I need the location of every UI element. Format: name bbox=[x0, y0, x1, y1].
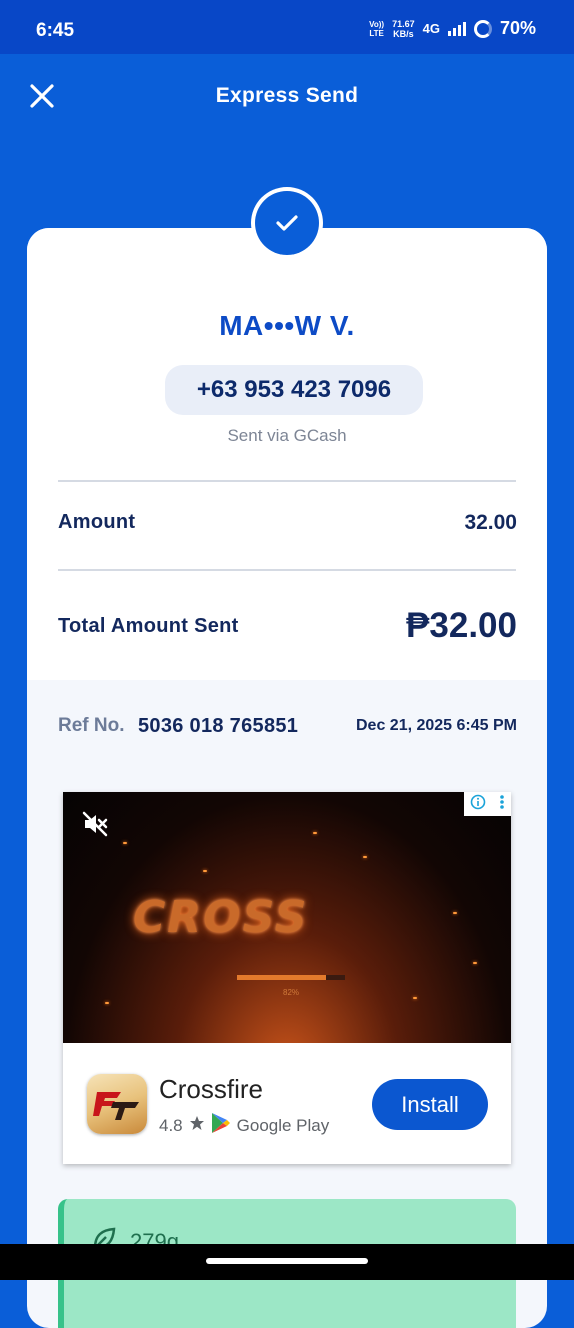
total-amount-label: Total Amount Sent bbox=[58, 615, 239, 637]
system-nav-bar bbox=[0, 1244, 574, 1280]
info-icon[interactable] bbox=[470, 794, 486, 815]
star-icon bbox=[189, 1115, 205, 1136]
app-header: Express Send bbox=[0, 54, 574, 140]
loading-bar-fill bbox=[237, 975, 326, 980]
battery-percent: 70% bbox=[499, 18, 536, 38]
app-rating: 4.8 bbox=[159, 1115, 183, 1135]
loading-percent: 82% bbox=[283, 988, 300, 997]
page-title: Express Send bbox=[215, 84, 359, 107]
network-speed: 71.67 KB/s bbox=[392, 18, 415, 39]
battery-icon bbox=[473, 19, 492, 38]
receipt-card: MA•••W V. +63 953 423 7096 Sent via GCas… bbox=[27, 228, 547, 1328]
more-vert-icon[interactable] bbox=[499, 794, 505, 815]
amount-label: Amount bbox=[58, 511, 136, 533]
status-time: 6:45 bbox=[36, 20, 75, 41]
network-type: 4G bbox=[422, 21, 440, 36]
peso-symbol: ₱ bbox=[406, 606, 430, 645]
google-play-icon bbox=[211, 1112, 231, 1139]
status-bar: 6:45 Vo)) LTE 71.67 KB/s 4G 70% bbox=[0, 0, 574, 54]
signal-icon bbox=[447, 21, 466, 36]
status-icons: Vo)) LTE 71.67 KB/s 4G 70% bbox=[369, 18, 536, 39]
ad-banner[interactable]: CROSS 82% Crossfire 4.8 Google Play Inst… bbox=[63, 792, 511, 1164]
divider bbox=[58, 569, 516, 571]
volume-off-icon[interactable] bbox=[81, 810, 109, 838]
success-check-icon bbox=[251, 187, 323, 259]
ad-video[interactable]: CROSS 82% bbox=[63, 792, 511, 1043]
ad-choices[interactable] bbox=[464, 792, 511, 816]
home-gesture-handle[interactable] bbox=[206, 1258, 368, 1264]
total-amount: ₱32.00 bbox=[406, 606, 517, 646]
recipient-name: MA•••W V. bbox=[219, 310, 355, 341]
receipt-summary: MA•••W V. +63 953 423 7096 Sent via GCas… bbox=[27, 228, 547, 680]
divider bbox=[58, 480, 516, 482]
ref-number: 5036 018 765851 bbox=[138, 715, 299, 737]
app-icon[interactable] bbox=[87, 1074, 147, 1134]
sent-via-label: Sent via GCash bbox=[227, 426, 347, 445]
ref-label: Ref No. bbox=[58, 715, 125, 736]
app-meta: 4.8 Google Play bbox=[159, 1112, 329, 1139]
game-logo: CROSS bbox=[133, 892, 309, 943]
install-button[interactable]: Install bbox=[372, 1079, 488, 1130]
loading-bar bbox=[237, 975, 345, 980]
total-amount-value: 32.00 bbox=[429, 606, 517, 645]
amount-value: 32.00 bbox=[464, 511, 517, 534]
volte-indicator: Vo)) LTE bbox=[369, 19, 385, 38]
transaction-date: Dec 21, 2025 6:45 PM bbox=[356, 717, 517, 734]
store-name: Google Play bbox=[236, 1115, 330, 1135]
app-name: Crossfire bbox=[159, 1074, 264, 1104]
recipient-phone: +63 953 423 7096 bbox=[165, 365, 423, 415]
